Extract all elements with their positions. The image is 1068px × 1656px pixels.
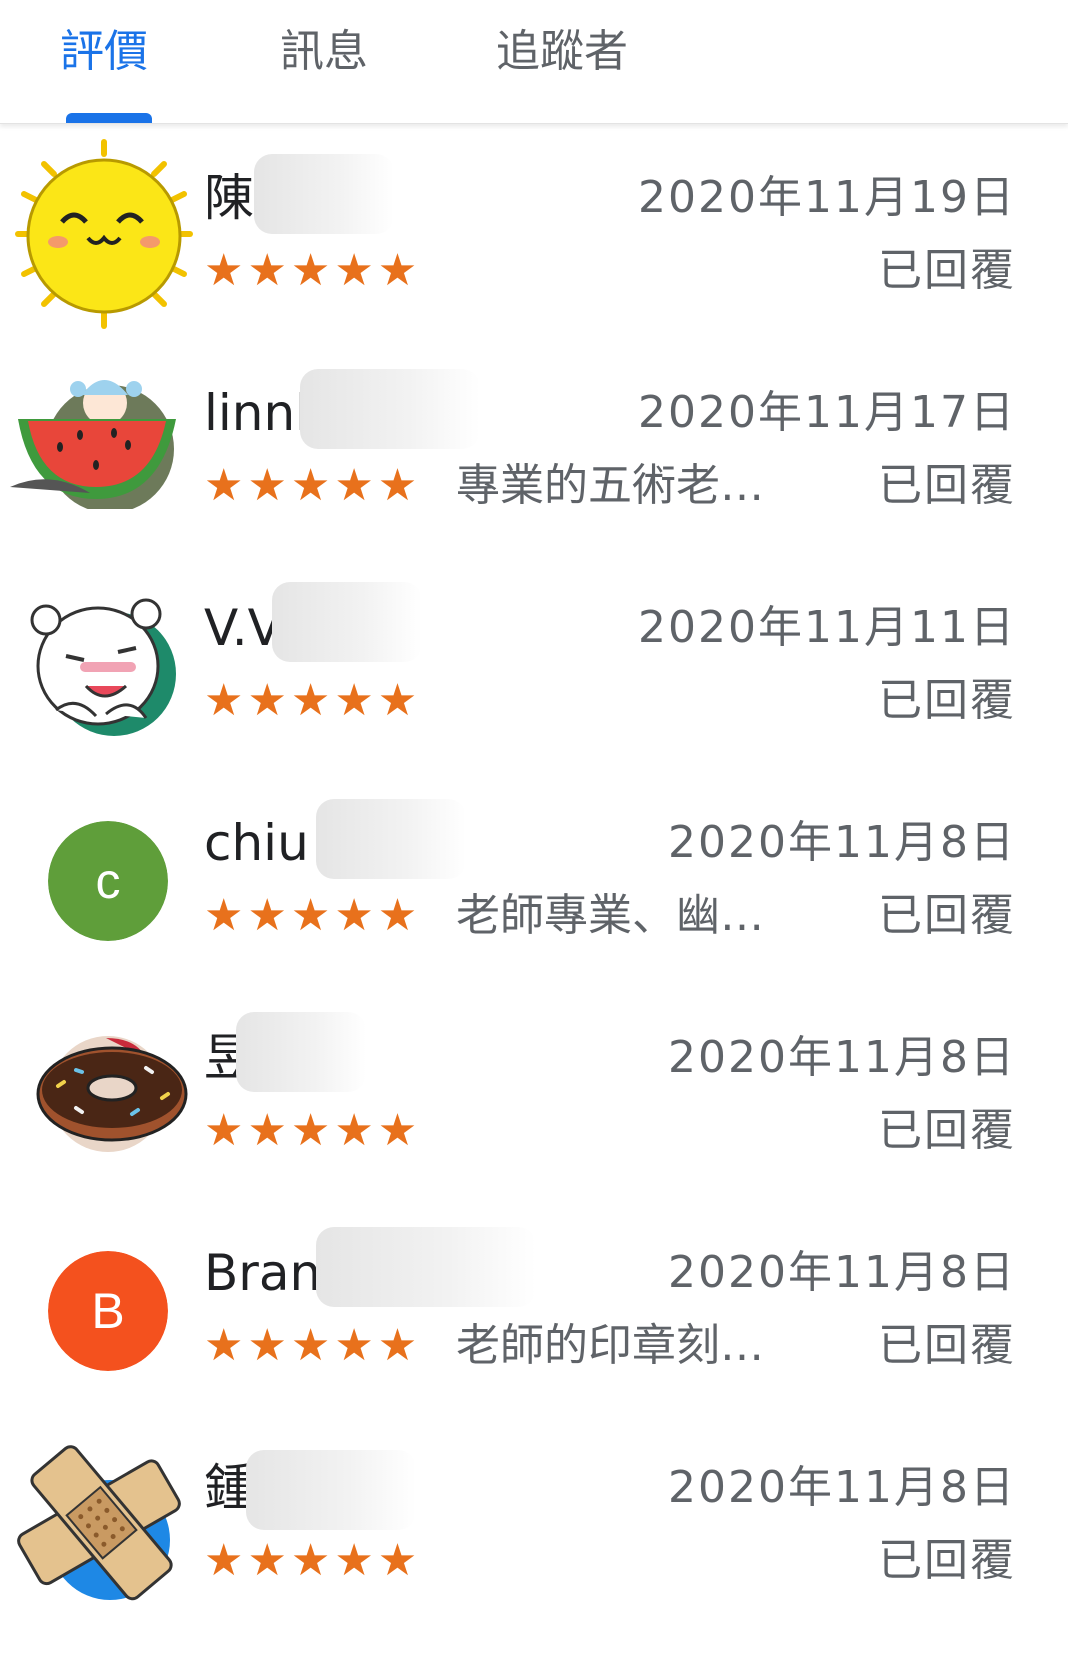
review-snippet: 專業的五術老… bbox=[456, 460, 764, 511]
review-date: 2020年11月11日 bbox=[638, 602, 1016, 653]
reply-status: 已回覆 bbox=[878, 675, 1016, 726]
tab-reviews[interactable]: 評價 bbox=[60, 22, 148, 82]
redacted-name bbox=[300, 369, 480, 449]
donut-avatar bbox=[36, 1028, 196, 1158]
reply-status: 已回覆 bbox=[878, 460, 1016, 511]
letter-avatar-b: B bbox=[48, 1251, 168, 1371]
review-date: 2020年11月8日 bbox=[668, 1032, 1016, 1083]
review-row[interactable]: V.V ★★★★★ 2020年11月11日 已回覆 bbox=[0, 554, 1068, 769]
redacted-name bbox=[236, 1012, 366, 1092]
tab-messages[interactable]: 訊息 bbox=[280, 22, 368, 82]
review-snippet: 老師專業、幽… bbox=[456, 890, 764, 941]
review-date: 2020年11月8日 bbox=[668, 1247, 1016, 1298]
star-rating: ★★★★★ bbox=[204, 245, 422, 296]
review-row[interactable]: linnl ★★★★★ 專業的五術老… 2020年11月17日 已回覆 bbox=[0, 339, 1068, 554]
reviewer-name: linnl bbox=[204, 384, 310, 442]
star-rating: ★★★★★ bbox=[204, 675, 422, 726]
star-rating: ★★★★★ bbox=[204, 890, 422, 941]
tab-followers[interactable]: 追蹤者 bbox=[496, 22, 628, 82]
reviewer-name: V.V bbox=[204, 599, 282, 657]
avatar-letter: B bbox=[48, 1251, 168, 1371]
review-date: 2020年11月8日 bbox=[668, 1462, 1016, 1513]
review-date: 2020年11月19日 bbox=[638, 172, 1016, 223]
star-rating: ★★★★★ bbox=[204, 1320, 422, 1371]
bear-avatar bbox=[26, 590, 176, 740]
redacted-name bbox=[272, 582, 422, 662]
star-rating: ★★★★★ bbox=[204, 1535, 422, 1586]
reviewer-name: Bran bbox=[204, 1244, 322, 1302]
sun-avatar bbox=[14, 134, 194, 334]
letter-avatar-c: c bbox=[48, 821, 168, 941]
review-snippet: 老師的印章刻… bbox=[456, 1320, 764, 1371]
redacted-name bbox=[246, 1450, 416, 1530]
star-rating: ★★★★★ bbox=[204, 460, 422, 511]
reviewer-name: chiu bbox=[204, 814, 309, 872]
redacted-name bbox=[316, 799, 466, 879]
reviewer-name: 陳 bbox=[204, 169, 254, 227]
star-rating: ★★★★★ bbox=[204, 1105, 422, 1156]
avatar-letter: c bbox=[48, 821, 168, 941]
review-row[interactable]: B Bran ★★★★★ 老師的印章刻… 2020年11月8日 已回覆 bbox=[0, 1199, 1068, 1414]
redacted-name bbox=[254, 154, 394, 234]
review-tabs: 評價 訊息 追蹤者 bbox=[0, 0, 1068, 124]
bandage-avatar bbox=[10, 1434, 190, 1604]
reply-status: 已回覆 bbox=[878, 1320, 1016, 1371]
reply-status: 已回覆 bbox=[878, 890, 1016, 941]
review-date: 2020年11月8日 bbox=[668, 817, 1016, 868]
review-row[interactable]: 鍾 ★★★★★ 2020年11月8日 已回覆 bbox=[0, 1414, 1068, 1629]
watermelon-avatar bbox=[10, 369, 180, 509]
active-tab-indicator bbox=[66, 113, 152, 123]
reply-status: 已回覆 bbox=[878, 1105, 1016, 1156]
review-row[interactable]: 昱 ★★★★★ 2020年11月8日 已回覆 bbox=[0, 984, 1068, 1199]
review-row[interactable]: c chiu ★★★★★ 老師專業、幽… 2020年11月8日 已回覆 bbox=[0, 769, 1068, 984]
redacted-name bbox=[316, 1227, 536, 1307]
review-date: 2020年11月17日 bbox=[638, 387, 1016, 438]
reply-status: 已回覆 bbox=[878, 245, 1016, 296]
reply-status: 已回覆 bbox=[878, 1535, 1016, 1586]
review-row[interactable]: 陳 ★★★★★ 2020年11月19日 已回覆 bbox=[0, 124, 1068, 339]
